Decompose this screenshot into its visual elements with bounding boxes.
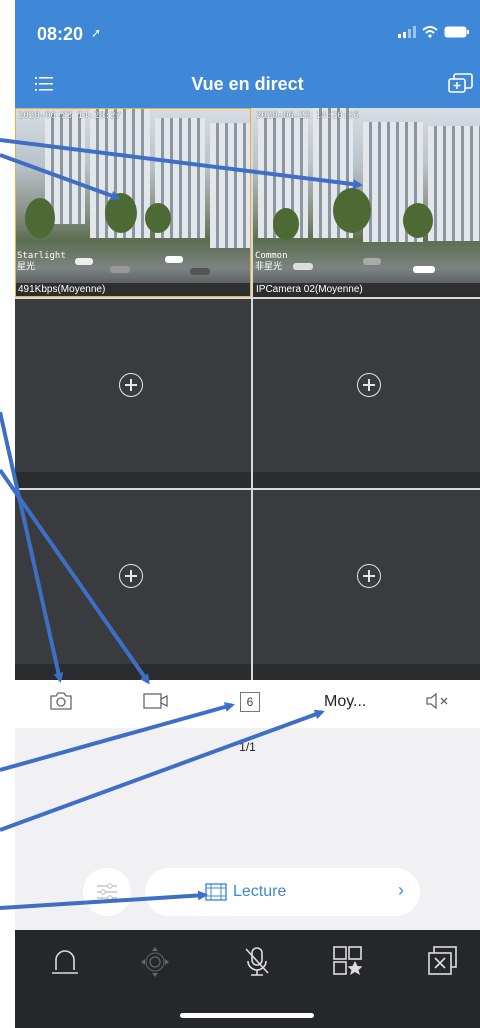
bottom-dock bbox=[15, 930, 480, 1028]
live-toolbar: 6 Moy... bbox=[15, 680, 480, 728]
sliders-icon bbox=[97, 883, 117, 901]
timestamp-overlay: 2020-06-23 14:20:27 bbox=[18, 111, 121, 121]
alarm-light-icon[interactable] bbox=[51, 946, 79, 976]
camera-label-line: 非星光 bbox=[255, 262, 283, 272]
mute-icon[interactable] bbox=[425, 692, 451, 710]
empty-cell-3[interactable] bbox=[15, 299, 251, 488]
battery-icon bbox=[444, 26, 469, 38]
camera-feed-2 bbox=[253, 108, 480, 297]
bitrate-label: 491Kbps(Moyenne) bbox=[15, 283, 251, 297]
add-camera-icon[interactable] bbox=[119, 373, 143, 397]
quality-selector[interactable]: Moy... bbox=[324, 693, 366, 711]
video-cell-1[interactable]: 2020-06-23 14:20:27 Starlight 星光 491Kbps… bbox=[15, 108, 251, 297]
bitrate-label: IPCamera 02(Moyenne) bbox=[253, 283, 480, 297]
phone-screen: 08:20 ➚ Vue en direct 2020-06-23 14:20:2… bbox=[15, 0, 480, 1028]
add-camera-icon[interactable] bbox=[119, 564, 143, 588]
ptz-control-icon bbox=[141, 947, 169, 977]
location-icon: ➚ bbox=[91, 26, 102, 40]
timestamp-overlay: 2020-06-23 14:20:26 bbox=[256, 111, 359, 121]
film-icon bbox=[205, 883, 227, 901]
status-time: 08:20 bbox=[37, 24, 84, 44]
empty-cell-4[interactable] bbox=[253, 299, 480, 488]
home-indicator bbox=[180, 1013, 314, 1018]
signal-icon bbox=[398, 26, 416, 38]
page-title: Vue en direct bbox=[191, 74, 304, 94]
playback-label: Lecture bbox=[233, 883, 287, 900]
mic-muted-icon[interactable] bbox=[243, 946, 271, 978]
camera-label-line: 星光 bbox=[17, 262, 36, 272]
page-indicator: 1/1 bbox=[239, 740, 256, 754]
camera-feed-1 bbox=[15, 108, 251, 297]
status-bar: 08:20 ➚ bbox=[15, 0, 480, 62]
add-camera-icon[interactable] bbox=[357, 564, 381, 588]
video-cell-2[interactable]: 2020-06-23 14:20:26 Common 非星光 IPCamera … bbox=[253, 108, 480, 297]
chevron-right-icon: › bbox=[398, 880, 404, 900]
camera-label-line: Starlight bbox=[17, 251, 66, 261]
favorites-icon[interactable] bbox=[333, 946, 363, 976]
close-all-icon[interactable] bbox=[428, 946, 458, 976]
record-icon[interactable] bbox=[143, 692, 169, 710]
nav-bar: Vue en direct bbox=[15, 62, 480, 108]
multi-screen-icon[interactable] bbox=[448, 72, 474, 96]
empty-cell-6[interactable] bbox=[253, 490, 480, 680]
wifi-icon bbox=[422, 26, 438, 38]
live-view-grid: 2020-06-23 14:20:27 Starlight 星光 491Kbps… bbox=[15, 108, 480, 680]
empty-cell-5[interactable] bbox=[15, 490, 251, 680]
settings-button[interactable] bbox=[83, 868, 131, 916]
playback-button[interactable]: Lecture › bbox=[145, 868, 420, 916]
channel-count-button[interactable]: 6 bbox=[240, 692, 260, 712]
snapshot-icon[interactable] bbox=[50, 692, 72, 710]
add-camera-icon[interactable] bbox=[357, 373, 381, 397]
camera-label-line: Common bbox=[255, 251, 288, 261]
